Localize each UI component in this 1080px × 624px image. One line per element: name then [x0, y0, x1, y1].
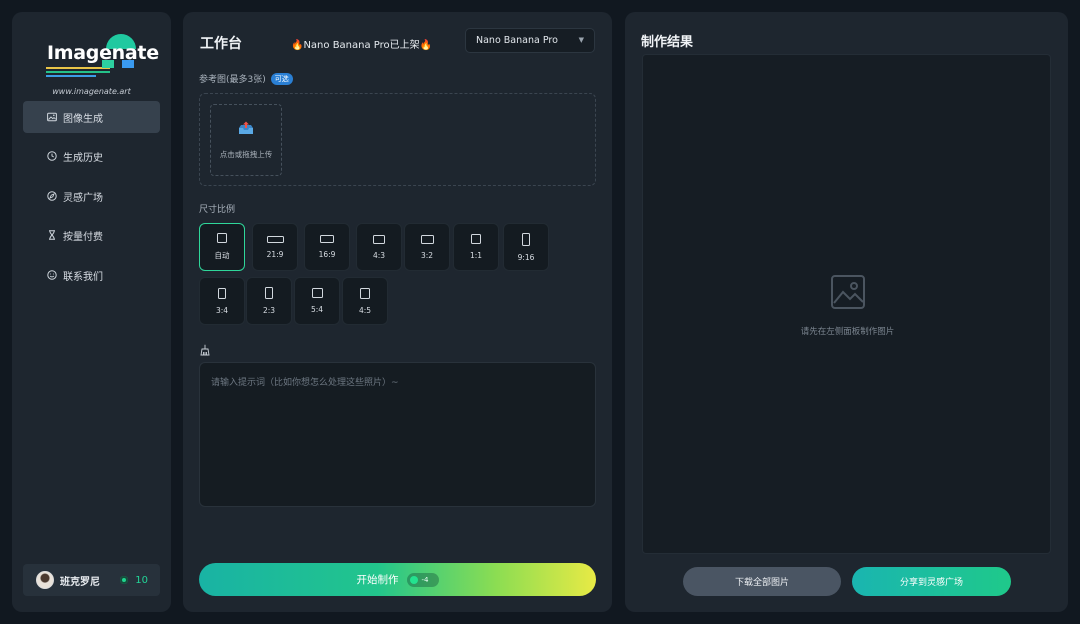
ratio-label: 21:9	[266, 249, 284, 259]
share-to-inspiration-button[interactable]: 分享到灵感广场	[852, 567, 1011, 596]
ratio-shape-icon	[218, 287, 226, 299]
ratio-option-16-9[interactable]: 16:9	[304, 223, 350, 271]
ratio-shape-icon	[311, 288, 323, 298]
credit-coin-icon	[409, 575, 418, 584]
ratio-option-4-3[interactable]: 4:3	[356, 223, 402, 271]
page-title: 工作台	[200, 36, 242, 52]
size-ratio-label: 尺寸比例	[199, 205, 236, 215]
reference-label-text: 参考图(最多3张)	[199, 75, 266, 85]
logo-square-icon	[122, 60, 134, 68]
user-name: 班克罗尼	[60, 576, 100, 588]
ratio-shape-icon	[420, 234, 434, 244]
cost-value: -4	[421, 575, 429, 584]
ratio-label: 16:9	[318, 250, 336, 259]
prompt-input[interactable]	[199, 362, 596, 507]
sidebar-item-history[interactable]: 生成历史	[23, 140, 160, 172]
start-button-label: 开始制作	[356, 574, 399, 586]
logo-url: www.imagenate.art	[52, 87, 131, 96]
ratio-label: 4:3	[372, 250, 386, 260]
logo-square-icon	[102, 60, 114, 68]
ratio-option-5-4[interactable]: 5:4	[294, 277, 340, 325]
ratio-option-3-4[interactable]: 3:4	[199, 277, 245, 325]
model-select[interactable]: Nano Banana Pro ▼	[465, 28, 595, 53]
sidebar-item-label: 图像生成	[63, 113, 103, 125]
credit-coin-icon	[120, 576, 129, 584]
ratio-shape-icon	[320, 235, 334, 243]
ratio-label: 2:3	[262, 306, 276, 315]
credit-balance: 10	[120, 575, 148, 586]
ratio-shape-icon	[373, 234, 385, 244]
sidebar-item-label: 联系我们	[63, 271, 103, 283]
ratio-label: 9:16	[517, 252, 535, 262]
ratio-option-9-16[interactable]: 9:16	[503, 223, 549, 271]
sidebar-item-inspiration[interactable]: 灵感广场	[23, 180, 160, 212]
ratio-shape-icon	[266, 235, 284, 243]
image-placeholder-icon	[830, 274, 866, 310]
sidebar-item-label: 生成历史	[63, 152, 103, 164]
ratio-label: 1:1	[469, 251, 483, 260]
result-title: 制作结果	[641, 35, 694, 50]
ratio-option-4-5[interactable]: 4:5	[342, 277, 388, 325]
ratio-shape-icon	[471, 234, 481, 244]
result-placeholder: 请先在左侧面板制作图片	[800, 327, 895, 337]
download-all-button[interactable]: 下载全部图片	[683, 567, 841, 596]
upload-area: 点击或拖拽上传	[199, 93, 596, 186]
ratio-option-21-9[interactable]: 21:9	[252, 223, 298, 271]
sidebar-item-label: 按量付费	[63, 231, 103, 243]
result-canvas: 请先在左侧面板制作图片	[642, 54, 1051, 554]
upload-label: 点击或拖拽上传	[219, 150, 273, 159]
result-panel: 制作结果 请先在左侧面板制作图片 下载全部图片 分享到灵感广场	[625, 12, 1068, 612]
logo-bars-icon	[46, 67, 110, 79]
image-icon	[47, 112, 57, 122]
announcement: 🔥Nano Banana Pro已上架🔥	[291, 40, 433, 51]
upload-tray-icon	[238, 120, 254, 139]
sidebar-item-pay-as-you-go[interactable]: 按量付费	[23, 219, 160, 251]
sidebar-item-contact[interactable]: 联系我们	[23, 259, 160, 291]
ratio-option-3-2[interactable]: 3:2	[404, 223, 450, 271]
cost-badge: -4	[406, 572, 439, 587]
user-profile[interactable]: 班克罗尼 10	[23, 564, 160, 596]
optional-badge: 可选	[270, 72, 293, 85]
credit-count: 10	[135, 574, 148, 586]
logo[interactable]: Imagenate www.imagenate.art	[12, 34, 171, 102]
ratio-label: 3:4	[215, 305, 229, 315]
sidebar-item-image-generation[interactable]: 图像生成	[23, 101, 160, 133]
ratio-shape-icon	[360, 287, 370, 299]
sidebar: Imagenate www.imagenate.art 图像生成 生成历史 灵感…	[12, 12, 171, 612]
hourglass-icon	[47, 230, 57, 240]
ratio-option-auto[interactable]: 自动	[199, 223, 245, 271]
avatar	[36, 571, 54, 589]
compass-icon	[47, 191, 57, 201]
ratio-option-1-1[interactable]: 1:1	[453, 223, 499, 271]
ratio-shape-icon	[217, 233, 227, 243]
ratio-label: 5:4	[310, 305, 324, 314]
smile-icon	[47, 270, 57, 280]
ratio-shape-icon	[522, 232, 530, 246]
upload-button[interactable]: 点击或拖拽上传	[210, 104, 282, 176]
model-select-value: Nano Banana Pro	[476, 35, 558, 46]
workbench-panel: 工作台 🔥Nano Banana Pro已上架🔥 Nano Banana Pro…	[183, 12, 612, 612]
ratio-label: 自动	[214, 251, 230, 260]
ratio-label: 4:5	[358, 305, 372, 315]
clock-icon	[47, 151, 57, 161]
ratio-option-2-3[interactable]: 2:3	[246, 277, 292, 325]
ratio-label: 3:2	[420, 250, 434, 260]
sidebar-item-label: 灵感广场	[63, 192, 103, 204]
reference-label: 参考图(最多3张) 可选	[199, 72, 293, 85]
broom-icon	[199, 341, 211, 356]
start-button[interactable]: 开始制作 -4	[199, 563, 596, 596]
ratio-shape-icon	[265, 287, 273, 299]
caret-down-icon: ▼	[578, 36, 584, 44]
